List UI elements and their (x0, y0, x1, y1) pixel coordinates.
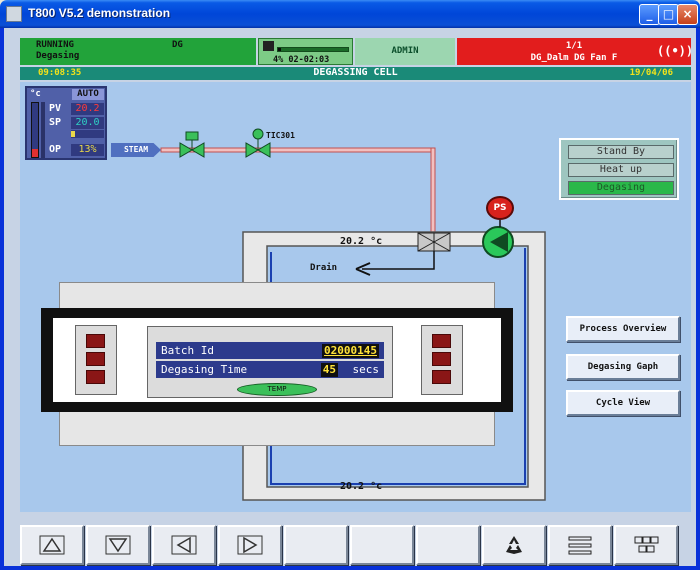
steam-riser (430, 147, 436, 233)
pv-bargraph (31, 102, 39, 158)
run-status-panel[interactable]: RUNNING Degasing DG (20, 38, 256, 65)
tic-label: TIC301 (266, 131, 295, 140)
degasing-graph-button[interactable]: Degasing Gaph (566, 354, 680, 380)
temp-button[interactable]: TEMP (237, 383, 317, 396)
grid-button[interactable] (614, 525, 678, 565)
recycle-button[interactable] (482, 525, 546, 565)
disk-icon (263, 41, 274, 51)
hmi-screen: RUNNING Degasing DG 4% 02-02:03 ADMIN 1/… (4, 28, 696, 566)
process-overview-button[interactable]: Process Overview (566, 316, 680, 342)
batch-info-panel: Batch Id 02000145 Degasing Time 45 secs … (147, 326, 393, 398)
up-triangle-icon (39, 535, 65, 555)
op-label: OP (49, 144, 62, 155)
minimize-button[interactable]: _ (639, 4, 660, 25)
pv-value: 20.2 (71, 103, 104, 115)
down-triangle-icon (105, 535, 131, 555)
temperature-controller[interactable]: °c AUTO PV 20.2 SP 20.0 OP 13% (25, 86, 107, 160)
disk-usage-bar (277, 47, 349, 52)
page-right-button[interactable] (218, 525, 282, 565)
run-status: RUNNING (36, 40, 74, 50)
cycle-view-button[interactable]: Cycle View (566, 390, 680, 416)
screen-title: DEGASSING CELL (313, 67, 398, 78)
batch-label: Batch Id (161, 344, 214, 357)
time-value: 45 (320, 363, 338, 377)
window-title: T800 V5.2 demonstration (28, 6, 171, 20)
user-button[interactable]: ADMIN (355, 38, 455, 65)
time-unit: secs (352, 363, 380, 376)
batch-value[interactable]: 02000145 (322, 344, 379, 358)
clock-date: 19/04/06 (629, 68, 673, 78)
app-icon (6, 6, 22, 22)
screen-title-strip: 09:08:35 DEGASSING CELL 19/04/06 (20, 67, 691, 80)
sp-label: SP (49, 117, 62, 128)
op-value[interactable]: 13% (71, 144, 104, 156)
page-down-button[interactable] (86, 525, 150, 565)
alarm-text: DG_Dalm DG Fan F (530, 53, 618, 63)
function-key-5[interactable] (284, 525, 348, 565)
window-frame: RUNNING Degasing DG 4% 02-02:03 ADMIN 1/… (0, 28, 700, 570)
right-indicator-panel (421, 325, 463, 395)
sp-value[interactable]: 20.0 (71, 117, 104, 129)
alarm-siren-icon[interactable]: ((•)) (657, 45, 693, 57)
time-label: Degasing Time (161, 363, 248, 376)
control-valve-actuator (252, 128, 264, 140)
mode-short: DG (172, 40, 183, 50)
mode-stand-by[interactable]: Stand By (568, 145, 674, 159)
sub-status: Degasing (36, 51, 80, 61)
disk-status-panel: 4% 02-02:03 (258, 38, 353, 65)
function-key-6[interactable] (350, 525, 414, 565)
disk-status-text: 4% 02-02:03 (273, 55, 330, 65)
valve-actuator (185, 131, 199, 141)
grid-icon (634, 536, 659, 553)
left-indicator-panel (75, 325, 117, 395)
left-triangle-icon (171, 535, 197, 555)
page-up-button[interactable] (20, 525, 84, 565)
temp-bottom: 20.2 °c (340, 481, 383, 492)
pressure-switch[interactable]: PS (486, 196, 514, 220)
alarm-count: 1/1 (565, 41, 583, 51)
mode-degasing[interactable]: Degasing (568, 181, 674, 195)
drain-line (362, 251, 435, 270)
close-button[interactable]: × (677, 4, 698, 25)
time-row: Degasing Time 45 secs (156, 361, 384, 378)
mode-heat-up[interactable]: Heat up (568, 163, 674, 177)
batch-row: Batch Id 02000145 (156, 342, 384, 359)
steam-tag: STEAM (111, 143, 161, 157)
controller-mode[interactable]: AUTO (72, 89, 104, 100)
op-bar (71, 130, 104, 138)
drain-label: Drain (310, 263, 338, 273)
alarm-banner[interactable]: 1/1 DG_Dalm DG Fan F ((•)) (457, 38, 693, 65)
right-triangle-icon (237, 535, 263, 555)
maximize-button[interactable]: □ (658, 4, 679, 25)
process-mimic: °c AUTO PV 20.2 SP 20.0 OP 13% STEAM TIC… (20, 82, 691, 512)
list-icon (568, 536, 592, 555)
recycle-icon (506, 536, 522, 554)
temp-top: 20.2 °c (340, 236, 383, 247)
function-key-7[interactable] (416, 525, 480, 565)
pv-label: PV (49, 103, 62, 114)
mode-panel: Stand By Heat up Degasing (559, 138, 679, 200)
window-titlebar[interactable]: T800 V5.2 demonstration _ □ × (0, 0, 700, 28)
list-button[interactable] (548, 525, 612, 565)
controller-unit: °c (30, 89, 41, 99)
page-left-button[interactable] (152, 525, 216, 565)
